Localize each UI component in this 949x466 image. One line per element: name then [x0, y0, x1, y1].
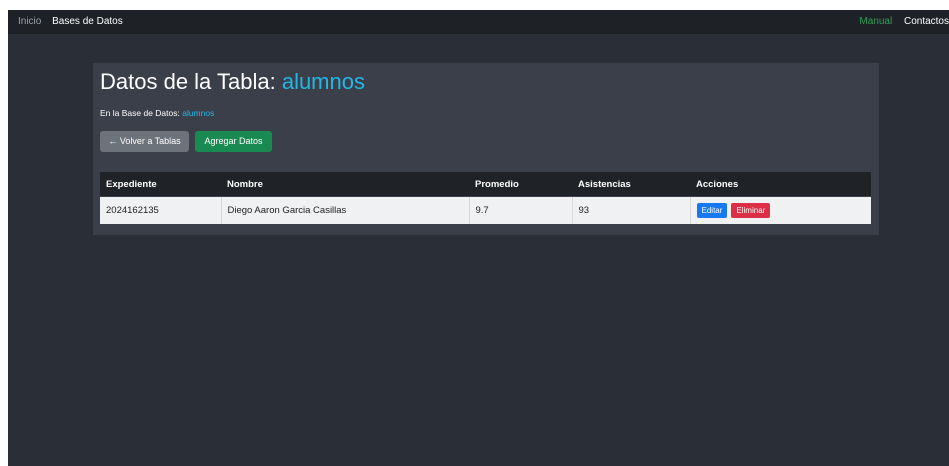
nav-link-bases-de-datos[interactable]: Bases de Datos	[52, 16, 123, 27]
add-data-button[interactable]: Agregar Datos	[195, 131, 272, 152]
cell-nombre: Diego Aaron Garcia Casillas	[221, 196, 470, 224]
nav-right-group: Manual Contactos	[850, 10, 949, 34]
edit-button[interactable]: Editar	[696, 203, 728, 218]
nav-left-group: Inicio Bases de Datos	[18, 10, 131, 34]
cell-promedio: 9.7	[469, 196, 573, 224]
table-name: alumnos	[281, 69, 365, 94]
header-expediente: Expediente	[100, 172, 221, 197]
database-label: En la Base de Datos:	[100, 108, 183, 118]
database-name: alumnos	[182, 108, 215, 118]
nav-link-inicio[interactable]: Inicio	[18, 16, 41, 27]
nav-link-manual[interactable]: Manual	[859, 16, 892, 27]
top-navbar: Inicio Bases de Datos Manual Contactos	[8, 10, 949, 34]
data-table: Expediente Nombre Promedio Asistencias A…	[100, 172, 871, 224]
delete-button[interactable]: Eliminar	[731, 203, 771, 218]
app-window: Inicio Bases de Datos Manual Contactos D…	[8, 10, 949, 466]
header-promedio: Promedio	[469, 172, 572, 197]
cell-asistencias: 93	[572, 196, 691, 224]
table-data-card: Datos de la Tabla: alumnos En la Base de…	[93, 63, 879, 235]
table-row: 2024162135 Diego Aaron Garcia Casillas 9…	[100, 196, 871, 224]
header-acciones: Acciones	[690, 172, 871, 197]
back-to-tables-button[interactable]: ← Volver a Tablas	[100, 131, 189, 152]
page-title-prefix: Datos de la Tabla:	[100, 69, 282, 94]
header-asistencias: Asistencias	[572, 172, 690, 197]
database-info: En la Base de Datos: alumnos	[100, 108, 214, 118]
table-header-row: Expediente Nombre Promedio Asistencias A…	[100, 172, 871, 197]
cell-acciones: Editar Eliminar	[690, 196, 871, 224]
nav-link-contactos[interactable]: Contactos	[904, 16, 949, 27]
page-title: Datos de la Tabla: alumnos	[100, 69, 365, 95]
cell-expediente: 2024162135	[100, 196, 222, 224]
header-nombre: Nombre	[221, 172, 469, 197]
